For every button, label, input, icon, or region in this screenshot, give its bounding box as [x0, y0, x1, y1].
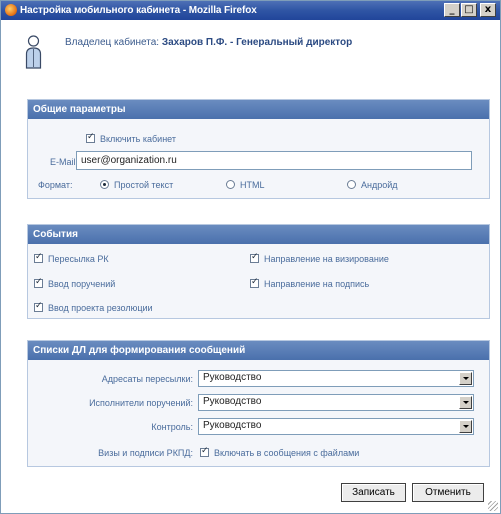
event-resolution-checkbox[interactable]	[34, 301, 43, 312]
title-bar: Настройка мобильного кабинета - Mozilla …	[1, 1, 500, 20]
event-orders-checkbox[interactable]	[34, 277, 43, 288]
event-sign-label: Направление на подпись	[264, 279, 370, 289]
owner-name: Захаров П.Ф. - Генеральный директор	[161, 37, 353, 48]
owner-line: Владелец кабинета: Захаров П.Ф. - Генера…	[65, 37, 352, 48]
visas-label: Визы и подписи РКПД:	[98, 448, 193, 458]
control-label: Контроль:	[151, 422, 193, 432]
visas-checkbox-label: Включать в сообщения с файлами	[214, 448, 360, 458]
maximize-button[interactable]: □	[461, 3, 477, 17]
lists-panel-title: Списки ДЛ для формирования сообщений	[28, 341, 489, 360]
visas-checkbox[interactable]	[200, 446, 209, 457]
window-controls: _ □ x	[444, 3, 496, 17]
format-html-label: HTML	[240, 180, 265, 190]
enable-cabinet-label: Включить кабинет	[100, 134, 176, 144]
format-android-label: Андройд	[361, 180, 398, 190]
email-field[interactable]	[76, 151, 472, 170]
general-panel-title: Общие параметры	[28, 100, 489, 119]
event-visa-label: Направление на визирование	[264, 254, 389, 264]
lists-panel: Списки ДЛ для формирования сообщений Адр…	[27, 340, 490, 467]
minimize-button[interactable]: _	[444, 3, 460, 17]
addressees-value: Руководство	[203, 372, 262, 383]
window-title: Настройка мобильного кабинета - Mozilla …	[20, 5, 257, 16]
executors-label: Исполнители поручений:	[89, 398, 193, 408]
format-label: Формат:	[38, 180, 73, 190]
cancel-button[interactable]: Отменить	[412, 483, 484, 502]
events-panel: События Пересылка РК Направление на визи…	[27, 224, 490, 319]
enable-cabinet-checkbox[interactable]	[86, 132, 95, 143]
format-plain-radio[interactable]	[100, 180, 109, 189]
event-resolution-label: Ввод проекта резолюции	[48, 303, 153, 313]
firefox-icon	[5, 4, 17, 16]
control-select[interactable]: Руководство	[198, 418, 474, 435]
chevron-down-icon[interactable]	[459, 420, 472, 433]
control-value: Руководство	[203, 420, 262, 431]
addressees-select[interactable]: Руководство	[198, 370, 474, 387]
format-plain-label: Простой текст	[114, 180, 174, 190]
event-sign-checkbox[interactable]	[250, 277, 259, 288]
dialog-window: Настройка мобильного кабинета - Mozilla …	[0, 0, 501, 514]
email-label: E-Mail:	[50, 157, 79, 167]
executors-select[interactable]: Руководство	[198, 394, 474, 411]
format-android-radio[interactable]	[347, 180, 356, 189]
event-visa-checkbox[interactable]	[250, 252, 259, 263]
addressees-label: Адресаты пересылки:	[101, 374, 193, 384]
executors-value: Руководство	[203, 396, 262, 407]
save-button[interactable]: Записать	[341, 483, 406, 502]
event-forward-checkbox[interactable]	[34, 252, 43, 263]
user-icon	[25, 35, 42, 69]
general-panel: Общие параметры Включить кабинет E-Mail:…	[27, 99, 490, 199]
chevron-down-icon[interactable]	[459, 396, 472, 409]
events-panel-title: События	[28, 225, 489, 244]
event-orders-label: Ввод поручений	[48, 279, 116, 289]
chevron-down-icon[interactable]	[459, 372, 472, 385]
event-forward-label: Пересылка РК	[48, 254, 109, 264]
close-button[interactable]: x	[480, 3, 496, 17]
resize-grip[interactable]	[488, 501, 498, 511]
owner-label: Владелец кабинета:	[65, 37, 160, 48]
format-html-radio[interactable]	[226, 180, 235, 189]
